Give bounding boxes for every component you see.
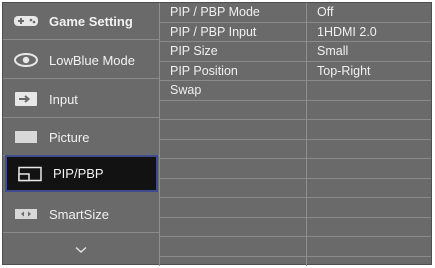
main-menu: Game Setting LowBlue Mode Input Picture … [3, 3, 159, 266]
submenu-empty-row [160, 198, 306, 218]
submenu-empty-row [160, 159, 306, 179]
value-empty-row [307, 198, 431, 218]
input-arrow-icon [13, 90, 39, 108]
submenu-empty-row [160, 101, 306, 120]
osd-panel: Game Setting LowBlue Mode Input Picture … [2, 2, 432, 266]
value-pip-pbp-input: 1HDMI 2.0 [307, 23, 431, 42]
submenu-empty-row [160, 179, 306, 198]
menu-item-game-setting[interactable]: Game Setting [3, 3, 159, 40]
submenu-empty-row [160, 237, 306, 257]
value-empty-row [307, 218, 431, 237]
submenu-item-pip-size[interactable]: PIP Size [160, 42, 306, 62]
menu-item-label: SmartSize [49, 206, 109, 222]
value-empty-row [307, 237, 431, 257]
submenu-item-swap[interactable]: Swap [160, 81, 306, 101]
value-column: Off 1HDMI 2.0 Small Top-Right [307, 3, 431, 266]
pip-icon [17, 165, 43, 183]
gamepad-icon [13, 12, 39, 30]
menu-item-input[interactable]: Input [3, 81, 159, 118]
picture-icon [13, 128, 39, 146]
value-pip-size: Small [307, 42, 431, 62]
menu-item-label: LowBlue Mode [49, 52, 135, 68]
menu-item-picture[interactable]: Picture [3, 119, 159, 156]
eye-icon [13, 51, 39, 69]
submenu-item-pip-position[interactable]: PIP Position [160, 62, 306, 81]
value-empty-row [307, 159, 431, 179]
menu-item-label: Input [49, 91, 78, 107]
value-empty-row [307, 101, 431, 120]
menu-item-pip-pbp[interactable]: PIP/PBP [5, 155, 158, 192]
menu-item-label: Picture [49, 129, 90, 145]
submenu-empty-row [160, 120, 306, 140]
value-pip-pbp-mode: Off [307, 3, 431, 23]
menu-item-lowblue-mode[interactable]: LowBlue Mode [3, 42, 159, 79]
submenu: PIP / PBP Mode PIP / PBP Input PIP Size … [160, 3, 306, 266]
value-pip-position: Top-Right [307, 62, 431, 81]
submenu-empty-row [160, 218, 306, 237]
value-empty-row [307, 179, 431, 198]
scroll-down-chevron-icon[interactable] [3, 232, 159, 268]
value-empty-row [307, 81, 431, 101]
value-empty-row [307, 140, 431, 159]
menu-item-smartsize[interactable]: SmartSize [3, 196, 159, 233]
menu-item-label: PIP/PBP [53, 166, 104, 181]
value-empty-row [307, 120, 431, 140]
submenu-item-pip-pbp-mode[interactable]: PIP / PBP Mode [160, 3, 306, 23]
smartsize-icon [13, 205, 39, 223]
menu-item-label: Game Setting [49, 13, 133, 29]
submenu-empty-row [160, 140, 306, 159]
submenu-item-pip-pbp-input[interactable]: PIP / PBP Input [160, 23, 306, 42]
